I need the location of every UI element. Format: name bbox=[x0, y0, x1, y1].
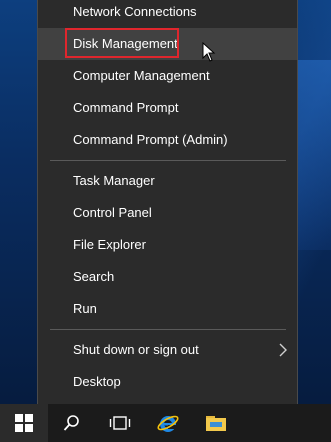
menu-item-label: Control Panel bbox=[73, 205, 152, 220]
mouse-cursor-icon bbox=[202, 42, 216, 62]
menu-item-computer-management[interactable]: Computer Management bbox=[38, 60, 297, 92]
task-view-icon bbox=[109, 416, 131, 430]
search-icon bbox=[63, 415, 79, 431]
menu-item-label: Command Prompt bbox=[73, 100, 179, 115]
menu-item-control-panel[interactable]: Control Panel bbox=[38, 197, 297, 229]
menu-item-label: Run bbox=[73, 301, 97, 316]
menu-item-desktop[interactable]: Desktop bbox=[38, 366, 297, 398]
menu-item-label: Shut down or sign out bbox=[73, 342, 199, 357]
menu-item-label: Command Prompt (Admin) bbox=[73, 132, 228, 147]
file-explorer-icon bbox=[206, 416, 226, 431]
windows-start-icon bbox=[15, 414, 33, 432]
file-explorer-button[interactable] bbox=[192, 404, 240, 442]
start-button[interactable] bbox=[0, 404, 48, 442]
internet-explorer-button[interactable] bbox=[144, 404, 192, 442]
taskbar-search-button[interactable] bbox=[48, 404, 96, 442]
menu-item-label: Task Manager bbox=[73, 173, 155, 188]
menu-item-command-prompt-admin[interactable]: Command Prompt (Admin) bbox=[38, 124, 297, 156]
menu-item-label: Desktop bbox=[73, 374, 121, 389]
menu-item-shut-down-or-sign-out[interactable]: Shut down or sign out bbox=[38, 334, 297, 366]
menu-item-label: Computer Management bbox=[73, 68, 210, 83]
red-highlight-box bbox=[65, 28, 179, 58]
taskbar bbox=[0, 404, 331, 442]
menu-item-file-explorer[interactable]: File Explorer bbox=[38, 229, 297, 261]
menu-item-label: Network Connections bbox=[73, 4, 197, 19]
power-user-menu: Network Connections Disk Management Comp… bbox=[37, 0, 298, 406]
internet-explorer-icon bbox=[157, 415, 179, 432]
menu-item-search[interactable]: Search bbox=[38, 261, 297, 293]
task-view-button[interactable] bbox=[96, 404, 144, 442]
menu-item-label: File Explorer bbox=[73, 237, 146, 252]
menu-item-command-prompt[interactable]: Command Prompt bbox=[38, 92, 297, 124]
menu-separator bbox=[50, 160, 286, 161]
menu-item-label: Search bbox=[73, 269, 115, 284]
menu-separator bbox=[50, 329, 286, 330]
menu-item-network-connections[interactable]: Network Connections bbox=[38, 0, 297, 28]
menu-item-task-manager[interactable]: Task Manager bbox=[38, 165, 297, 197]
menu-item-run[interactable]: Run bbox=[38, 293, 297, 325]
